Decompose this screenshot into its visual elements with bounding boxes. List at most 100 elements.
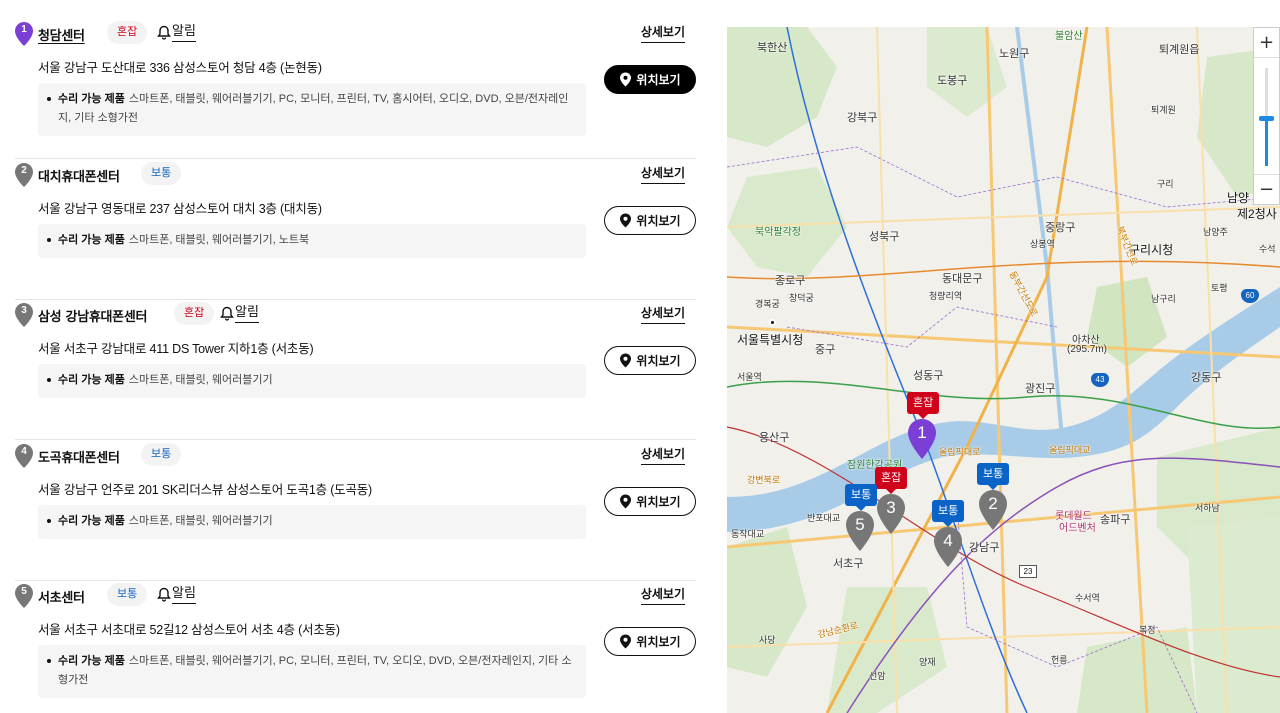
map-marker-1[interactable]: 1 — [907, 419, 937, 459]
location-pin-icon: 4 — [15, 444, 33, 468]
map-marker-status: 보통 — [845, 484, 878, 511]
center-number: 5 — [21, 586, 27, 597]
center-name[interactable]: 청담센터 — [38, 25, 85, 44]
detail-link[interactable]: 상세보기 — [640, 166, 685, 184]
alarm-button[interactable]: 알림 — [220, 306, 259, 323]
map-label: 서초구 — [833, 558, 864, 570]
repair-products: 수리 가능 제품 스마트폰, 태블릿, 웨어러블기기, 노트북 — [38, 224, 586, 258]
map-label: 경복궁 — [755, 299, 780, 309]
map-label: 송파구 — [1100, 514, 1131, 526]
repair-products: 수리 가능 제품 스마트폰, 태블릿, 웨어러블기기 — [38, 364, 586, 398]
center-name[interactable]: 삼성 강남휴대폰센터 — [38, 306, 147, 325]
products-label: 수리 가능 제품 — [58, 374, 125, 386]
map-label: 남양주 — [1203, 227, 1228, 237]
map-label: 강변북로 — [747, 475, 781, 485]
alarm-label: 알림 — [172, 587, 196, 604]
detail-link[interactable]: 상세보기 — [640, 306, 685, 324]
map-label: 선암 — [869, 671, 886, 681]
alarm-button[interactable]: 알림 — [157, 25, 196, 42]
center-item: 1 청담센터 혼잡 알림 서울 강남구 도산대로 336 삼성스토어 청담 4층… — [15, 18, 696, 159]
map-label: 제2청사 — [1237, 207, 1277, 221]
zoom-in-button[interactable]: + — [1254, 28, 1279, 58]
map-marker-2[interactable]: 2 — [978, 490, 1008, 530]
map-label: 중구 — [815, 344, 836, 356]
location-pin-icon: 3 — [15, 303, 33, 327]
map-label: 북악팔각정 — [755, 227, 801, 238]
map-label: 퇴계원읍 — [1159, 44, 1200, 56]
map-marker-5[interactable]: 5 — [845, 511, 875, 551]
center-address: 서울 서초구 강남대로 411 DS Tower 지하1층 (서초동) — [38, 342, 314, 356]
marker-number: 1 — [917, 423, 927, 442]
marker-number: 4 — [943, 531, 953, 550]
map-pin-icon — [620, 213, 632, 228]
center-item: 2 대치휴대폰센터 보통 서울 강남구 영동대로 237 삼성스토어 대치 3층… — [15, 159, 696, 300]
products-label: 수리 가능 제품 — [58, 93, 125, 105]
map-marker-3[interactable]: 3 — [876, 494, 906, 534]
zoom-slider-handle[interactable] — [1259, 116, 1274, 121]
center-list: 1 청담센터 혼잡 알림 서울 강남구 도산대로 336 삼성스토어 청담 4층… — [0, 0, 710, 713]
location-button[interactable]: 위치보기 — [604, 627, 696, 656]
location-label: 위치보기 — [636, 73, 681, 87]
center-item: 3 삼성 강남휴대폰센터 혼잡 알림 서울 서초구 강남대로 411 DS To… — [15, 299, 696, 440]
map-label: 강북구 — [847, 112, 878, 124]
map-label: 동작대교 — [731, 529, 765, 539]
map-label: 사당 — [759, 635, 776, 645]
center-number: 4 — [21, 446, 27, 457]
location-button[interactable]: 위치보기 — [604, 487, 696, 516]
products-list: 스마트폰, 태블릿, 웨어러블기기, 노트북 — [128, 234, 310, 246]
map-label: 노원구 — [999, 48, 1030, 60]
center-name[interactable]: 서초센터 — [38, 587, 85, 606]
center-number: 1 — [21, 24, 27, 35]
map-view[interactable]: 북한산 노원구 퇴계원읍 불암산 강북구 도봉구 성북구 중랑구 상봉역 구리시… — [727, 27, 1280, 713]
map-label: 도봉구 — [937, 75, 968, 87]
repair-products: 수리 가능 제품 스마트폰, 태블릿, 웨어러블기기, PC, 모니터, 프린터,… — [38, 83, 586, 136]
detail-link[interactable]: 상세보기 — [640, 447, 685, 465]
center-number: 2 — [21, 165, 27, 176]
location-pin-icon: 1 — [15, 22, 33, 46]
map-label: 헌릉 — [1051, 655, 1068, 665]
map-label: 토평 — [1211, 283, 1228, 293]
repair-products: 수리 가능 제품 스마트폰, 태블릿, 웨어러블기기, PC, 모니터, 프린터,… — [38, 645, 586, 698]
map-label: 올림픽대로 — [939, 447, 981, 457]
map-label: 복정 — [1139, 625, 1156, 635]
center-name[interactable]: 도곡휴대폰센터 — [38, 447, 120, 466]
alarm-button[interactable]: 알림 — [157, 587, 196, 604]
detail-link[interactable]: 상세보기 — [640, 587, 685, 605]
map-label: 중랑구 — [1045, 222, 1076, 234]
center-name[interactable]: 대치휴대폰센터 — [38, 166, 120, 185]
map-pin-icon — [620, 634, 632, 649]
marker-number: 5 — [855, 515, 865, 534]
map-pin-icon — [620, 72, 632, 87]
map-marker-status: 혼잡 — [907, 392, 940, 419]
city-hall-icon — [769, 319, 776, 326]
bell-icon — [157, 587, 171, 602]
map-marker-status: 혼잡 — [875, 467, 908, 494]
zoom-out-button[interactable]: − — [1254, 174, 1279, 204]
center-item: 4 도곡휴대폰센터 보통 서울 강남구 언주로 201 SK리더스뷰 삼성스토어… — [15, 440, 696, 581]
map-label: 남구리 — [1151, 294, 1176, 304]
map-pin-icon — [620, 494, 632, 509]
map-label: (295.7m) — [1067, 344, 1108, 355]
status-badge: 보통 — [107, 583, 148, 606]
location-button[interactable]: 위치보기 — [604, 65, 696, 94]
map-marker-4[interactable]: 4 — [933, 527, 963, 567]
products-label: 수리 가능 제품 — [58, 655, 125, 667]
bell-icon — [220, 306, 234, 321]
center-address: 서울 서초구 서초대로 52길12 삼성스토어 서초 4층 (서초동) — [38, 623, 340, 637]
center-item: 5 서초센터 보통 알림 서울 서초구 서초대로 52길12 삼성스토어 서초 … — [15, 580, 696, 713]
marker-number: 3 — [886, 498, 896, 517]
map-label: 성북구 — [869, 231, 900, 243]
location-button[interactable]: 위치보기 — [604, 346, 696, 375]
status-badge: 혼잡 — [107, 21, 148, 44]
map-label: 북한산 — [757, 42, 788, 54]
map-label: 수석 — [1259, 244, 1276, 254]
location-button[interactable]: 위치보기 — [604, 206, 696, 235]
map-label: 퇴계원 — [1151, 105, 1176, 115]
map-label: 서하남 — [1195, 503, 1220, 513]
map-label: 불암산 — [1055, 31, 1083, 42]
center-address: 서울 강남구 언주로 201 SK리더스뷰 삼성스토어 도곡1층 (도곡동) — [38, 483, 373, 497]
detail-link[interactable]: 상세보기 — [640, 25, 685, 43]
map-label: 강남구 — [969, 542, 1000, 554]
center-address: 서울 강남구 도산대로 336 삼성스토어 청담 4층 (논현동) — [38, 61, 322, 75]
highway-shield-icon: 23 — [1019, 565, 1037, 578]
